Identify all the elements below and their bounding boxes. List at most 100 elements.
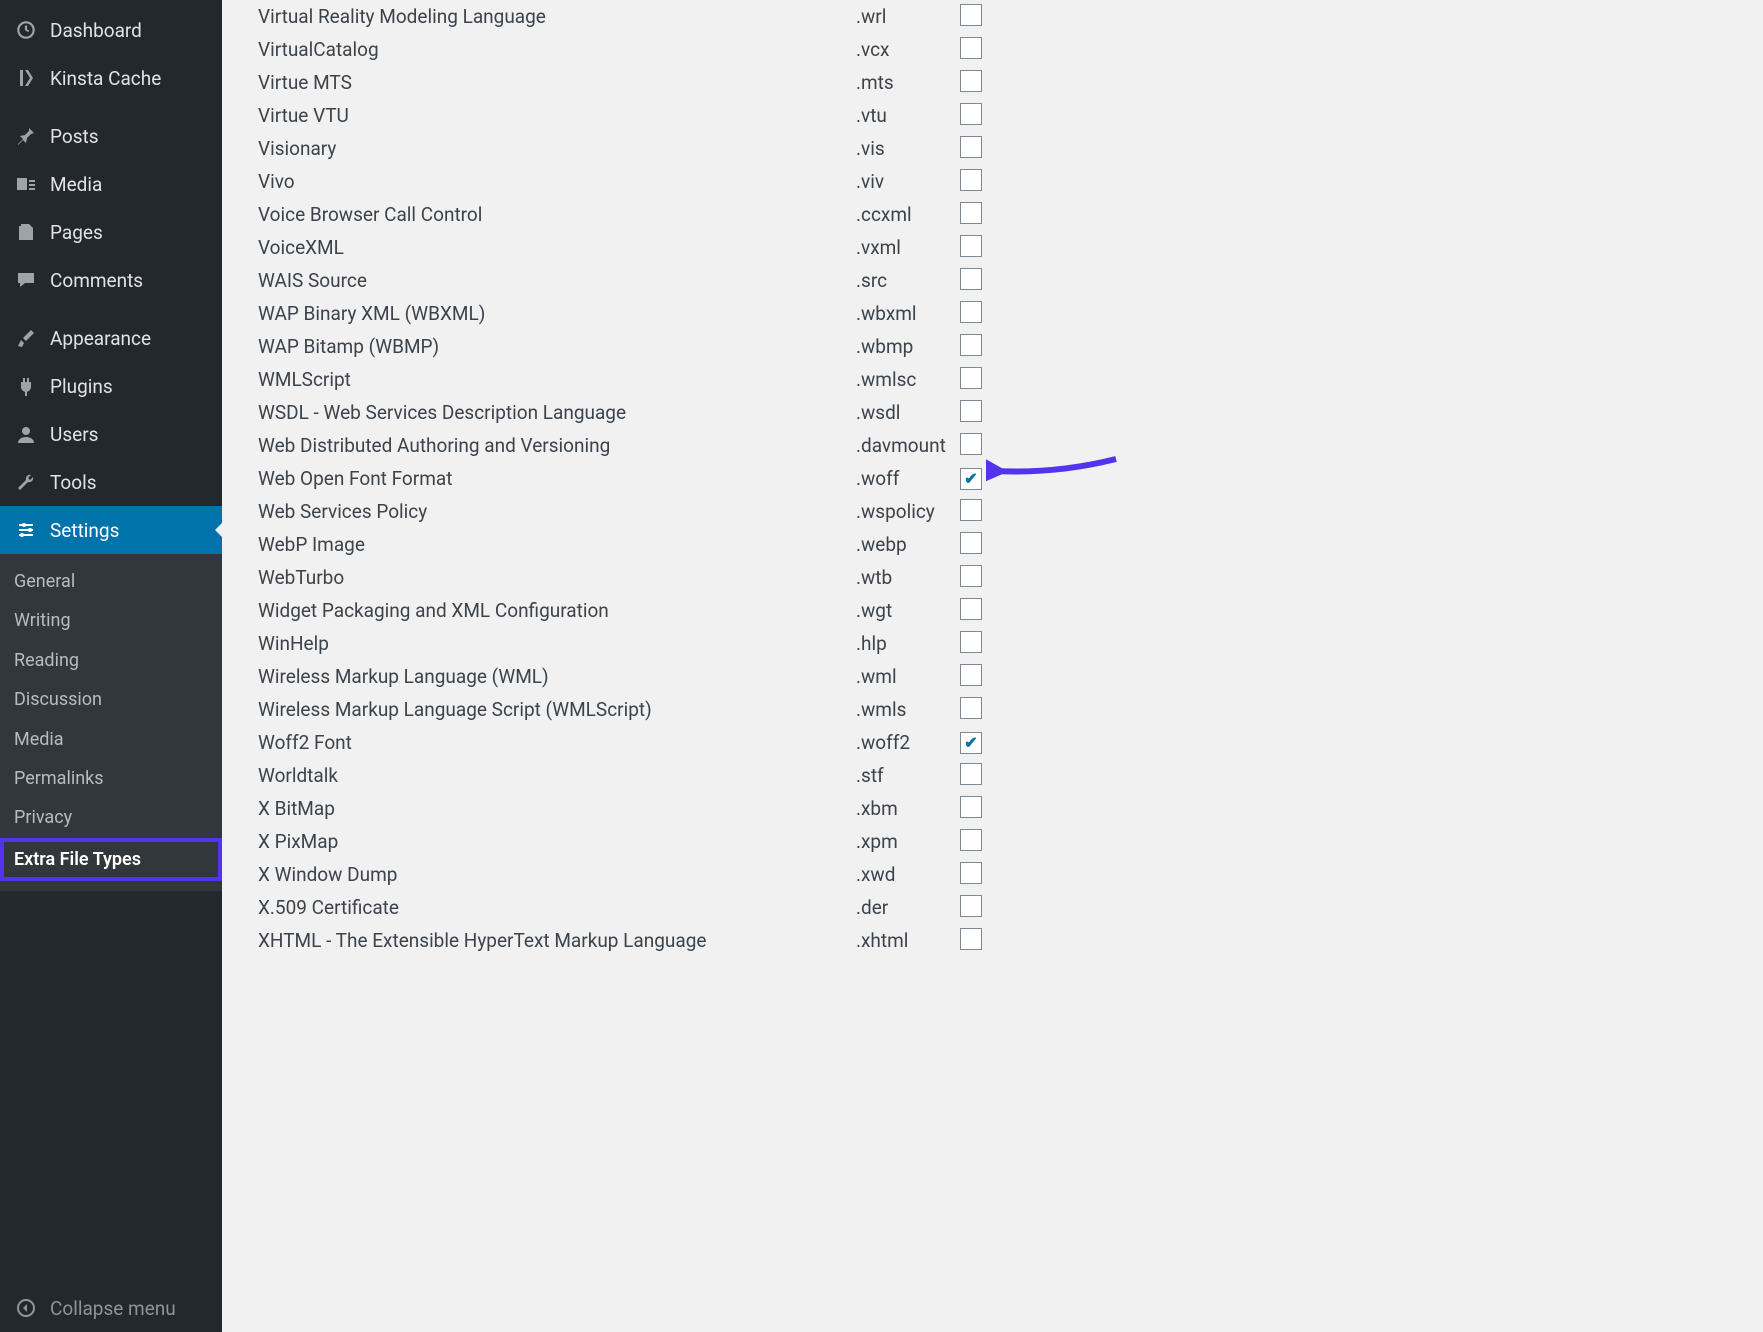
file-type-name: Worldtalk [258,766,856,785]
menu-label: Appearance [50,327,151,350]
file-type-row: X.509 Certificate.der [258,891,1763,924]
menu-item-appearance[interactable]: Appearance [0,314,222,362]
file-type-checkbox[interactable] [960,37,982,59]
file-type-row: WAIS Source.src [258,264,1763,297]
submenu-item-permalinks[interactable]: Permalinks [0,759,222,798]
comment-icon [12,268,40,292]
file-type-checkbox-cell [960,4,982,29]
file-type-row: Voice Browser Call Control.ccxml [258,198,1763,231]
menu-item-comments[interactable]: Comments [0,256,222,304]
file-type-checkbox[interactable] [960,301,982,323]
file-type-checkbox[interactable] [960,499,982,521]
settings-submenu: General Writing Reading Discussion Media… [0,554,222,891]
wrench-icon [12,470,40,494]
file-type-checkbox-cell [960,70,982,95]
file-type-checkbox[interactable] [960,732,982,754]
submenu-item-privacy[interactable]: Privacy [0,798,222,837]
file-type-checkbox[interactable] [960,631,982,653]
submenu-item-discussion[interactable]: Discussion [0,680,222,719]
menu-label: Comments [50,269,143,292]
submenu-item-general[interactable]: General [0,562,222,601]
submenu-item-reading[interactable]: Reading [0,641,222,680]
file-type-row: Wireless Markup Language (WML).wml [258,660,1763,693]
file-type-checkbox-cell [960,796,982,821]
file-type-name: WebP Image [258,535,856,554]
file-type-name: WSDL - Web Services Description Language [258,403,856,422]
menu-label: Tools [50,471,97,494]
file-type-table: Virtual Reality Modeling Language.wrlVir… [258,0,1763,957]
submenu-item-media[interactable]: Media [0,720,222,759]
file-type-checkbox[interactable] [960,928,982,950]
file-type-checkbox[interactable] [960,895,982,917]
menu-item-media[interactable]: Media [0,160,222,208]
file-type-checkbox[interactable] [960,565,982,587]
file-type-checkbox-cell [960,301,982,326]
file-type-row: WAP Bitamp (WBMP).wbmp [258,330,1763,363]
menu-label: Plugins [50,375,113,398]
menu-label: Dashboard [50,19,142,42]
file-type-checkbox-cell [960,697,982,722]
menu-label: Media [50,173,102,196]
file-type-ext: .woff2 [856,733,960,752]
file-type-checkbox[interactable] [960,598,982,620]
file-type-checkbox[interactable] [960,169,982,191]
file-type-ext: .wgt [856,601,960,620]
file-type-row: WinHelp.hlp [258,627,1763,660]
file-type-checkbox[interactable] [960,136,982,158]
file-type-checkbox[interactable] [960,862,982,884]
file-type-checkbox-cell [960,468,982,490]
submenu-item-writing[interactable]: Writing [0,601,222,640]
file-type-row: X PixMap.xpm [258,825,1763,858]
file-type-checkbox[interactable] [960,334,982,356]
collapse-menu-button[interactable]: Collapse menu [0,1284,222,1332]
file-type-ext: .webp [856,535,960,554]
file-type-checkbox-cell [960,268,982,293]
file-type-name: VirtualCatalog [258,40,856,59]
file-type-checkbox[interactable] [960,268,982,290]
file-type-checkbox[interactable] [960,400,982,422]
file-type-ext: .src [856,271,960,290]
file-type-checkbox-cell [960,499,982,524]
file-type-checkbox[interactable] [960,235,982,257]
menu-item-settings[interactable]: Settings [0,506,222,554]
file-type-checkbox[interactable] [960,4,982,26]
file-type-ext: .wspolicy [856,502,960,521]
file-type-checkbox[interactable] [960,70,982,92]
menu-item-dashboard[interactable]: Dashboard [0,6,222,54]
plug-icon [12,374,40,398]
file-type-checkbox-cell [960,732,982,754]
file-type-checkbox[interactable] [960,468,982,490]
file-type-checkbox[interactable] [960,796,982,818]
file-type-checkbox[interactable] [960,763,982,785]
file-type-row: VoiceXML.vxml [258,231,1763,264]
file-type-checkbox[interactable] [960,664,982,686]
file-type-checkbox-cell [960,895,982,920]
file-type-checkbox[interactable] [960,829,982,851]
menu-label: Kinsta Cache [50,67,161,90]
menu-item-kinsta-cache[interactable]: Kinsta Cache [0,54,222,102]
file-type-ext: .stf [856,766,960,785]
file-type-checkbox[interactable] [960,202,982,224]
file-type-checkbox[interactable] [960,103,982,125]
file-type-checkbox[interactable] [960,433,982,455]
menu-item-tools[interactable]: Tools [0,458,222,506]
menu-separator [0,304,222,314]
submenu-item-extra-file-types[interactable]: Extra File Types [0,838,222,881]
file-type-checkbox[interactable] [960,532,982,554]
file-type-row: Widget Packaging and XML Configuration.w… [258,594,1763,627]
menu-label: Users [50,423,98,446]
menu-item-users[interactable]: Users [0,410,222,458]
menu-item-posts[interactable]: Posts [0,112,222,160]
file-type-checkbox[interactable] [960,697,982,719]
file-type-name: Visionary [258,139,856,158]
file-type-row: Vivo.viv [258,165,1763,198]
file-type-row: VirtualCatalog.vcx [258,33,1763,66]
file-type-checkbox-cell [960,400,982,425]
menu-item-pages[interactable]: Pages [0,208,222,256]
file-type-name: XHTML - The Extensible HyperText Markup … [258,931,856,950]
menu-item-plugins[interactable]: Plugins [0,362,222,410]
file-type-checkbox[interactable] [960,367,982,389]
file-type-row: Virtue MTS.mts [258,66,1763,99]
file-type-ext: .viv [856,172,960,191]
pin-icon [12,124,40,148]
